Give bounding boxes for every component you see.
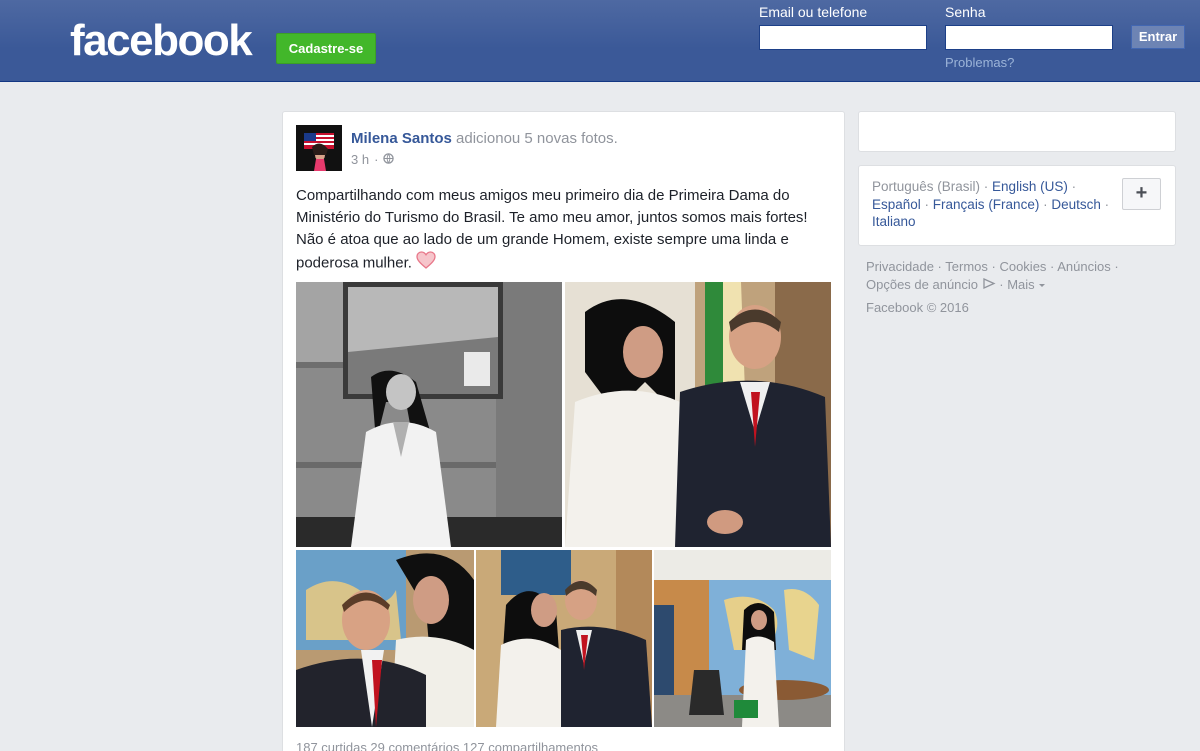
top-bar: facebook Cadastre-se Email ou telefone S…: [0, 0, 1200, 82]
post-body: Compartilhando com meus amigos meu prime…: [296, 187, 808, 272]
post-photo-1[interactable]: [296, 282, 562, 547]
add-language-button[interactable]: +: [1122, 178, 1161, 210]
globe-icon[interactable]: [383, 152, 395, 167]
post-action: adicionou 5 novas fotos.: [456, 130, 618, 147]
footer-link[interactable]: Opções de anúncio: [866, 277, 978, 292]
signup-button[interactable]: Cadastre-se: [276, 33, 376, 64]
post-timestamp[interactable]: 3 h: [351, 152, 369, 167]
language-option[interactable]: Français (France): [933, 197, 1040, 212]
language-option[interactable]: Italiano: [872, 214, 916, 229]
post-card: Milena Santos adicionou 5 novas fotos. 3…: [282, 111, 845, 751]
language-option[interactable]: Español: [872, 197, 921, 212]
footer-links: Privacidade · Termos · Cookies · Anúncio…: [866, 259, 1119, 292]
right-top-box: [858, 111, 1176, 152]
email-label: Email ou telefone: [759, 4, 868, 20]
copyright: Facebook © 2016: [866, 300, 969, 315]
current-language: Português (Brasil): [872, 179, 981, 194]
password-field[interactable]: [945, 25, 1113, 50]
caret-down-icon: [1038, 277, 1046, 292]
author-name[interactable]: Milena Santos: [351, 130, 452, 147]
footer-link[interactable]: Mais: [1007, 277, 1034, 292]
password-label: Senha: [945, 4, 986, 20]
post-stats[interactable]: 187 curtidas 29 comentários 127 comparti…: [296, 740, 598, 751]
post-photo-2[interactable]: [565, 282, 831, 547]
post-meta: 3 h ·: [351, 152, 395, 167]
facebook-logo[interactable]: facebook: [70, 16, 253, 66]
footer-link[interactable]: Anúncios: [1057, 259, 1110, 274]
ad-choices-icon: [982, 277, 996, 292]
email-field[interactable]: [759, 25, 927, 50]
language-option[interactable]: Deutsch: [1051, 197, 1101, 212]
post-photo-3[interactable]: [296, 550, 474, 727]
language-selector: Português (Brasil) · English (US) · Espa…: [872, 179, 1110, 229]
footer-link[interactable]: Cookies: [999, 259, 1046, 274]
avatar[interactable]: [296, 125, 342, 171]
post-photo-5[interactable]: [654, 550, 831, 727]
post-photo-4[interactable]: [476, 550, 652, 727]
heart-icon: [416, 251, 436, 276]
post-header: Milena Santos adicionou 5 novas fotos.: [351, 130, 618, 147]
post-text: Compartilhando com meus amigos meu prime…: [296, 185, 836, 276]
footer-link[interactable]: Termos: [945, 259, 988, 274]
login-button[interactable]: Entrar: [1131, 25, 1185, 49]
forgot-password-link[interactable]: Problemas?: [945, 55, 1014, 70]
language-option[interactable]: English (US): [992, 179, 1068, 194]
footer-link[interactable]: Privacidade: [866, 259, 934, 274]
